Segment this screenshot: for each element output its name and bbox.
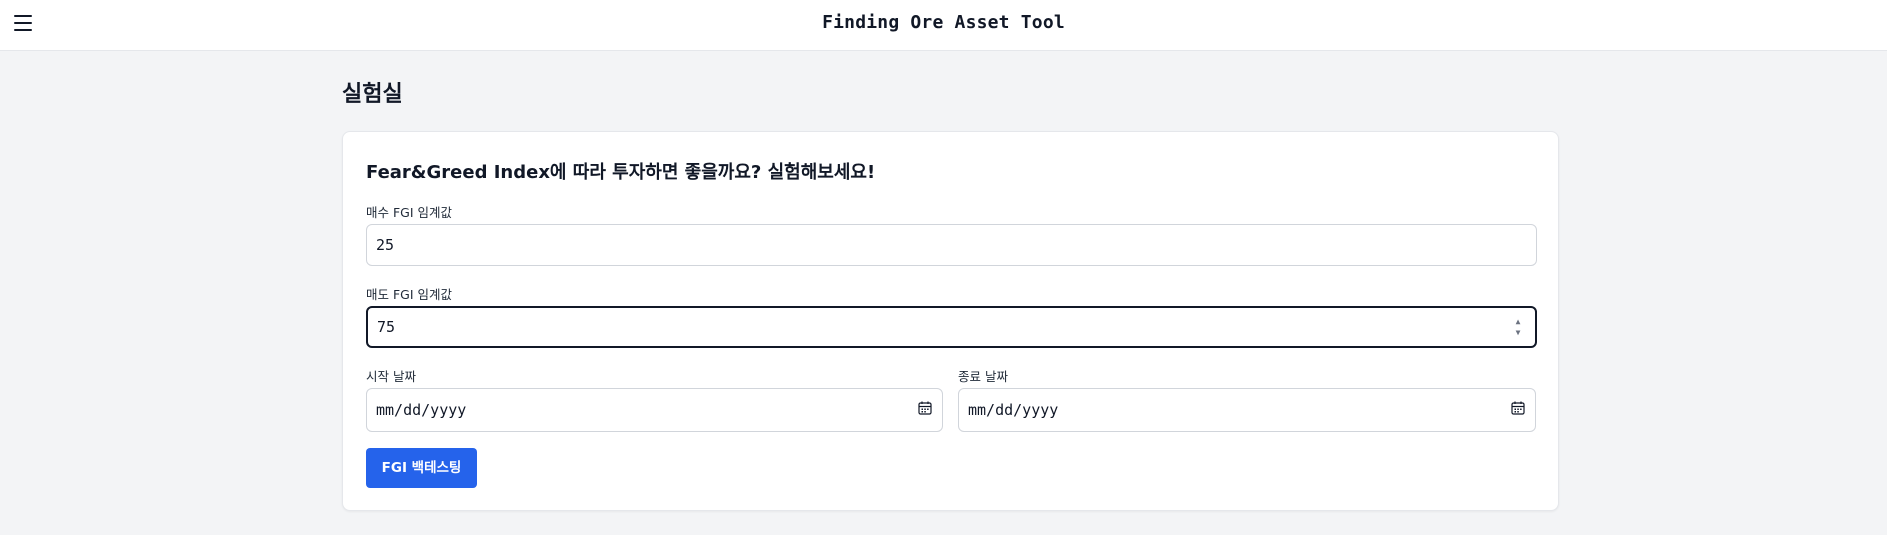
app-title: Finding Ore Asset Tool xyxy=(822,12,1065,33)
fgi-backtest-button[interactable]: FGI 백테스팅 xyxy=(366,448,477,488)
sell-threshold-input[interactable]: 75 ▲ ▼ xyxy=(366,306,1537,348)
calendar-icon[interactable] xyxy=(918,401,932,415)
top-navbar: Finding Ore Asset Tool xyxy=(0,0,1887,51)
start-date-label: 시작 날짜 xyxy=(366,369,416,384)
fgi-experiment-card: Fear&Greed Index에 따라 투자하면 좋을까요? 실험해보세요! … xyxy=(342,131,1559,511)
end-date-label: 종료 날짜 xyxy=(958,369,1008,384)
number-spinner-icon[interactable]: ▲ ▼ xyxy=(1513,316,1523,340)
buy-threshold-input[interactable]: 25 xyxy=(366,224,1537,266)
sell-threshold-value: 75 xyxy=(377,318,396,336)
end-date-value: mm/dd/yyyy xyxy=(968,401,1059,419)
buy-threshold-label: 매수 FGI 임계값 xyxy=(366,205,453,220)
start-date-input[interactable]: mm/dd/yyyy xyxy=(366,388,943,432)
buy-threshold-value: 25 xyxy=(376,236,395,254)
card-title: Fear&Greed Index에 따라 투자하면 좋을까요? 실험해보세요! xyxy=(366,162,876,183)
end-date-input[interactable]: mm/dd/yyyy xyxy=(958,388,1536,432)
sell-threshold-label: 매도 FGI 임계값 xyxy=(366,287,453,302)
page-title: 실험실 xyxy=(342,82,403,107)
start-date-value: mm/dd/yyyy xyxy=(376,401,467,419)
calendar-icon[interactable] xyxy=(1511,401,1525,415)
